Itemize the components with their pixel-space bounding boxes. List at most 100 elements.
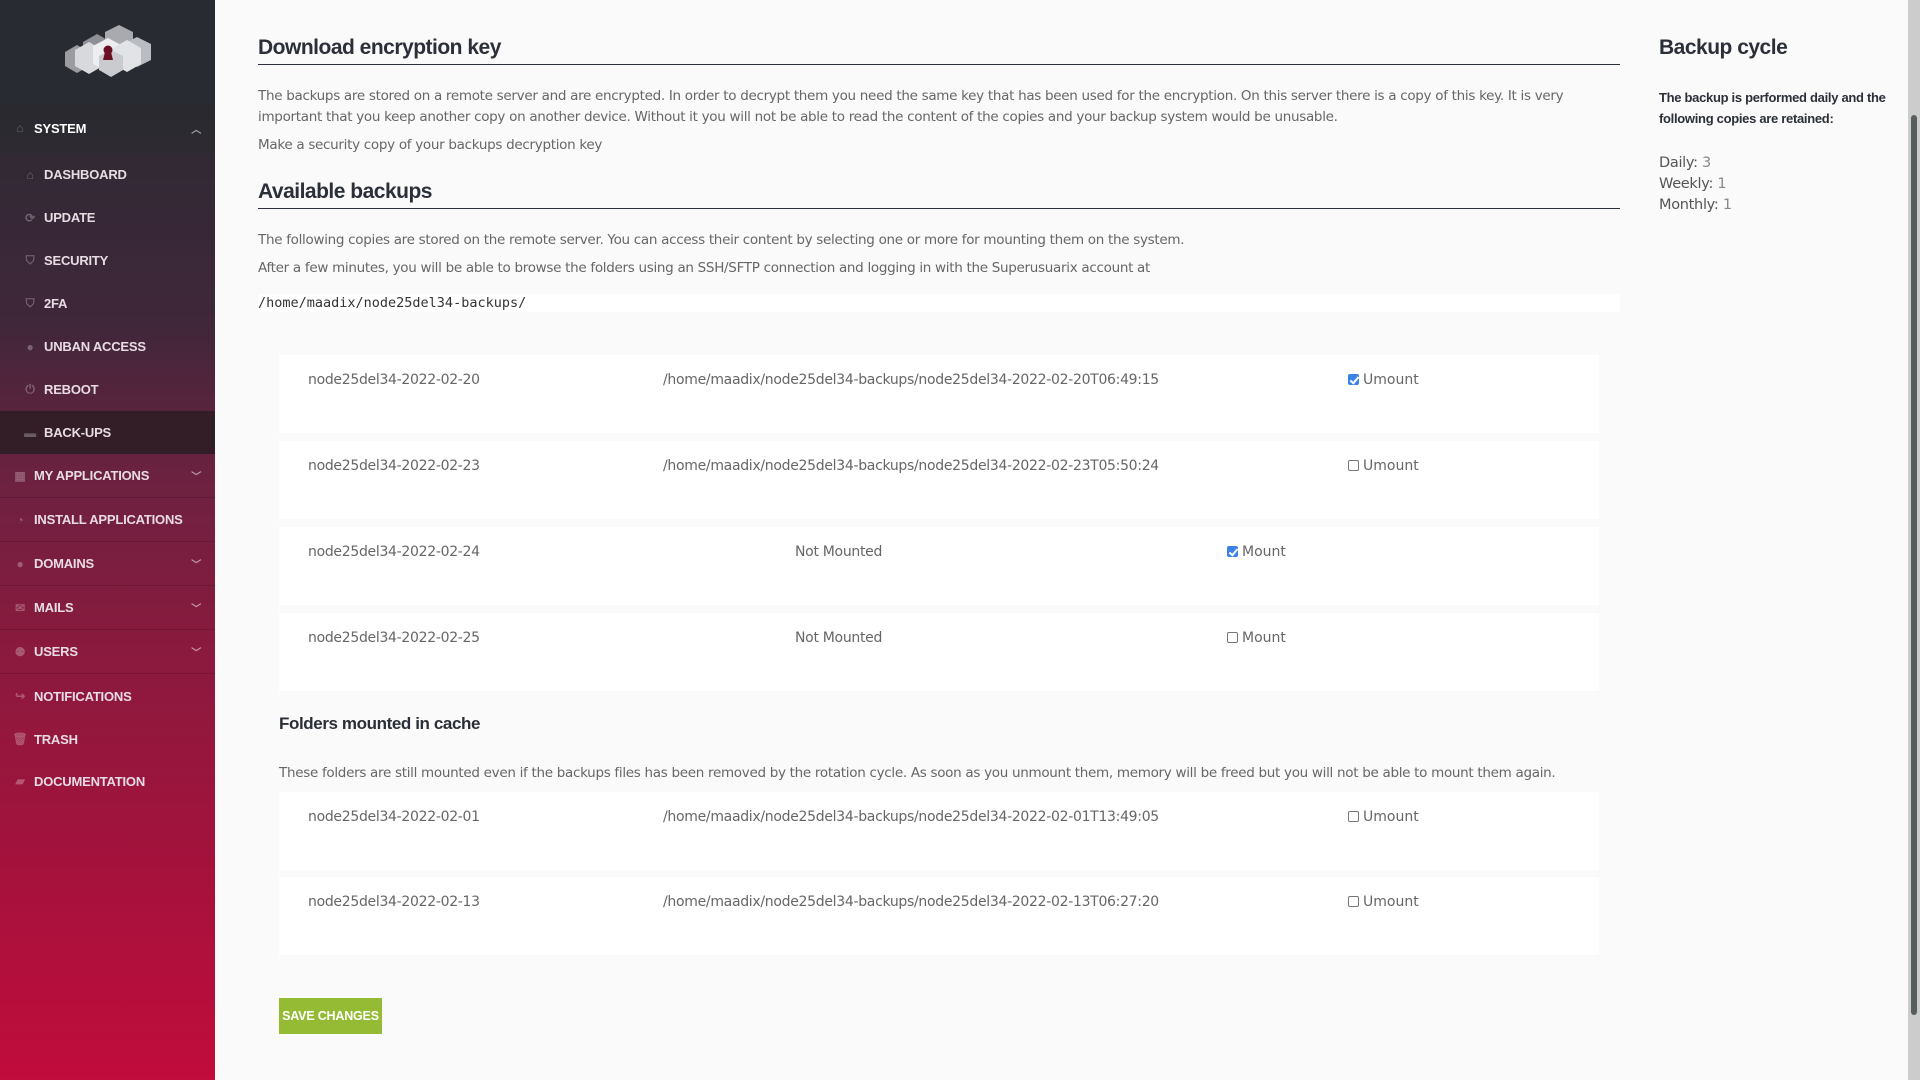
shield-icon: ⛉ [25,253,35,267]
checkbox-label: Mount [1242,630,1286,646]
download-key-link[interactable]: Make a security copy of your backups dec… [258,135,602,156]
encryption-section-title: Download encryption key [258,36,1620,65]
mount-checkbox[interactable]: Mount [1227,630,1286,646]
sidebar-item-label: TRASH [34,731,78,747]
cache-section-title: Folders mounted in cache [279,714,481,733]
checkbox-label: Umount [1363,894,1419,910]
sidebar-item-label: MY APPLICATIONS [34,468,150,483]
retention-weekly: Weekly: 1 [1659,176,1727,192]
home-icon: ⌂ [26,167,34,182]
retention-daily-value: 3 [1702,155,1711,171]
checkbox-checked-icon[interactable] [1227,546,1238,557]
checkbox-unchecked-icon[interactable] [1227,632,1238,643]
mount-checkbox[interactable]: Mount [1227,544,1286,560]
backup-mount-status: /home/maadix/node25del34-backups/node25d… [663,372,1159,388]
sidebar-item-label: UPDATE [44,210,96,225]
backup-row: node25del34-2022-02-24 Not Mounted Mount [279,527,1599,605]
sidebar-item-unban-access[interactable]: ● UNBAN ACCESS [0,325,215,368]
users-icon: ⚉ [14,644,26,659]
cache-description: These folders are still mounted even if … [279,765,1556,781]
dashboard-icon: ◔ [16,512,24,527]
chevron-down-icon: ﹀ [191,472,201,483]
refresh-icon: ⟳ [25,210,35,225]
globe-icon: ● [16,556,24,571]
sidebar-item-trash[interactable]: 🗑 TRASH [0,718,215,760]
checkbox-label: Umount [1363,458,1419,474]
backup-mount-status: Not Mounted [795,544,883,560]
backup-mount-status: /home/maadix/node25del34-backups/node25d… [663,894,1159,910]
envelope-icon: ✉ [15,600,25,615]
sidebar-item-reboot[interactable]: ⏻ REBOOT [0,368,215,411]
sidebar-item-label: DASHBOARD [44,167,127,182]
save-changes-button[interactable]: SAVE CHANGES [279,998,382,1034]
checkbox-checked-icon[interactable] [1348,374,1359,385]
sidebar-item-label: DOCUMENTATION [34,773,146,789]
chevron-up-icon: ︿ [191,124,201,136]
sidebar-item-back-ups[interactable]: ▬ BACK-UPS [0,411,215,454]
backup-row: node25del34-2022-02-13/home/maadix/node2… [279,877,1599,955]
umount-checkbox[interactable]: Umount [1348,372,1419,388]
book-icon: ▰ [15,774,25,788]
available-backups-title: Available backups [258,180,1620,209]
sidebar-item-mails[interactable]: ✉ MAILS ﹀ [0,586,215,630]
umount-checkbox[interactable]: Umount [1348,458,1419,474]
logo[interactable] [0,0,215,103]
sidebar-item-label: SYSTEM [34,120,87,136]
sidebar-item-label: UNBAN ACCESS [44,339,146,354]
retention-monthly-value: 1 [1722,197,1732,213]
backup-row: node25del34-2022-02-01/home/maadix/node2… [279,792,1599,870]
backup-mount-status: /home/maadix/node25del34-backups/node25d… [663,458,1159,474]
sidebar-item-install-applications[interactable]: ◔ INSTALL APPLICATIONS [0,498,215,542]
scrollbar[interactable] [1908,0,1920,1080]
sidebar-item-label: BACK-UPS [44,425,112,440]
sidebar-item-notifications[interactable]: ↪ NOTIFICATIONS [0,674,215,718]
sftp-instructions: After a few minutes, you will be able to… [258,260,1151,276]
sidebar-item-security[interactable]: ⛉ SECURITY [0,239,215,282]
chevron-down-icon: ﹀ [191,560,201,571]
backup-row: node25del34-2022-02-20/home/maadix/node2… [279,355,1599,433]
sidebar-item-domains[interactable]: ● DOMAINS ﹀ [0,542,215,586]
sidebar-item-users[interactable]: ⚉ USERS ﹀ [0,630,215,674]
sidebar-item-label: SECURITY [44,253,109,268]
sidebar-item-update[interactable]: ⟳ UPDATE [0,196,215,239]
backup-mount-status: /home/maadix/node25del34-backups/node25d… [663,809,1159,825]
sidebar-item-dashboard[interactable]: ⌂ DASHBOARD [0,153,215,196]
backup-name: node25del34-2022-02-13 [308,894,480,910]
retention-list: Daily: 3 Weekly: 1 Monthly: 1 [1659,153,1732,216]
backup-name: node25del34-2022-02-23 [308,458,480,474]
chevron-down-icon: ﹀ [191,648,201,659]
chevron-down-icon: ﹀ [191,604,201,615]
backups-path: /home/maadix/node25del34-backups/ [258,294,1620,312]
retention-monthly: Monthly: 1 [1659,197,1732,213]
shield-icon: ⛉ [25,296,35,310]
backup-cycle-title: Backup cycle [1659,36,1788,59]
sidebar-item-2fa[interactable]: ⛉ 2FA [0,282,215,325]
sidebar-item-label: NOTIFICATIONS [34,688,132,704]
backup-name: node25del34-2022-02-25 [308,630,480,646]
sidebar-item-my-applications[interactable]: ▦ MY APPLICATIONS ﹀ [0,454,215,498]
checkbox-unchecked-icon[interactable] [1348,460,1359,471]
checkbox-unchecked-icon[interactable] [1348,811,1359,822]
trash-icon: 🗑 [12,732,28,746]
home-icon: ⌂ [16,121,24,135]
checkbox-unchecked-icon[interactable] [1348,896,1359,907]
sidebar-item-documentation[interactable]: ▰ DOCUMENTATION [0,760,215,802]
share-icon: ↪ [15,689,25,703]
backup-name: node25del34-2022-02-24 [308,544,480,560]
checkbox-label: Mount [1242,544,1286,560]
backup-cycle-lead: The backup is performed daily and the fo… [1659,90,1886,126]
folder-icon: ▬ [24,425,36,440]
sidebar-item-system[interactable]: ⌂ SYSTEM ︿ [0,103,215,153]
scrollbar-thumb[interactable] [1911,115,1917,1015]
cloud-keyhole-logo-icon [64,24,151,77]
backup-name: node25del34-2022-02-01 [308,809,480,825]
backup-row: node25del34-2022-02-25 Not Mounted Mount [279,613,1599,691]
backup-row: node25del34-2022-02-23/home/maadix/node2… [279,441,1599,519]
available-backups-description: The following copies are stored on the r… [258,232,1185,248]
sidebar-item-label: INSTALL APPLICATIONS [34,512,183,527]
backup-mount-status: Not Mounted [795,630,883,646]
sidebar-item-label: REBOOT [44,382,99,397]
umount-checkbox[interactable]: Umount [1348,809,1419,825]
retention-daily: Daily: 3 [1659,155,1711,171]
umount-checkbox[interactable]: Umount [1348,894,1419,910]
